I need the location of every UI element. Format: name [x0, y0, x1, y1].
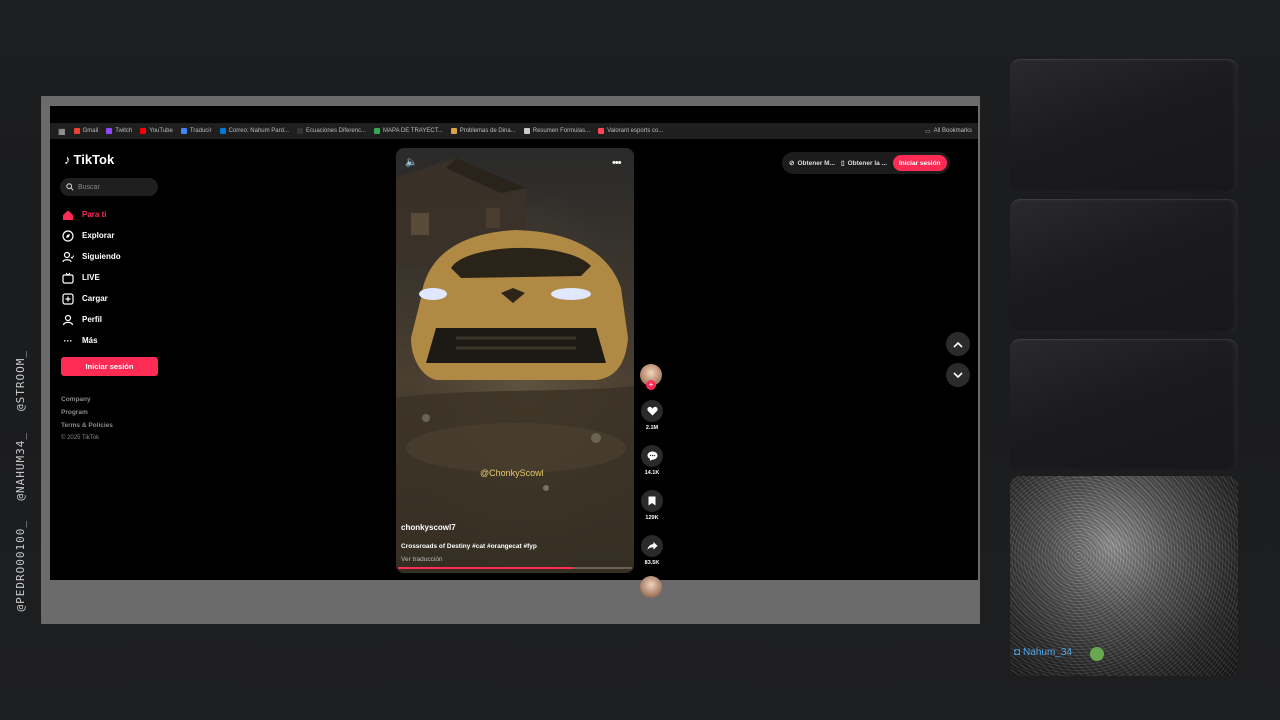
- video-watermark: @ChonkyScowl: [480, 468, 544, 478]
- get-desktop-button[interactable]: ▯ Obtener la ...: [841, 159, 887, 168]
- copyright: © 2025 TikTok: [61, 435, 100, 441]
- more-options-icon[interactable]: •••: [612, 157, 622, 169]
- nav-para-ti[interactable]: Para ti: [62, 204, 121, 225]
- follow-plus-icon[interactable]: +: [646, 380, 656, 390]
- creator-avatar[interactable]: +: [640, 364, 662, 390]
- browser-window: ▦ Gmail Twitch YouTube Traducir Correo: …: [50, 106, 978, 598]
- stream-handle-1: @STROOM_: [14, 350, 27, 411]
- stream-handle-3: @PEDRO00100_: [14, 520, 27, 612]
- bookmark-all[interactable]: ▭ All Bookmarks: [925, 128, 972, 135]
- tiktok-note-icon: ♪: [64, 152, 71, 167]
- login-button-header[interactable]: Iniciar sesión: [892, 155, 947, 171]
- footer-terms[interactable]: Terms & Policies: [61, 422, 113, 435]
- tiktok-logo[interactable]: ♪ TikTok: [64, 152, 114, 167]
- tag-icon: ◘: [1014, 647, 1021, 658]
- bookmark-mapa[interactable]: MAPA DE TRAYECT...: [374, 128, 443, 134]
- webcam-texture: [1010, 476, 1238, 676]
- share-action[interactable]: 83.5K: [640, 535, 664, 566]
- webcam-frame: ◘ Nahum_34: [1010, 476, 1238, 676]
- following-icon: [62, 251, 74, 263]
- save-action[interactable]: 129K: [640, 490, 664, 521]
- video-progress[interactable]: [398, 567, 632, 569]
- share-count: 83.5K: [644, 560, 660, 566]
- video-player[interactable]: 🔈 ••• @ChonkyScowl chonkyscowl7 Crossroa…: [396, 148, 634, 573]
- compass-icon: [62, 229, 74, 242]
- more-icon: ···: [63, 335, 73, 346]
- like-action[interactable]: 2.1M: [640, 400, 664, 431]
- footer-links: Company Program Terms & Policies © 2025 …: [61, 396, 113, 448]
- nav-live[interactable]: LIVE: [62, 267, 121, 288]
- search-input[interactable]: Buscar: [60, 178, 158, 196]
- stream-panel-1: [1010, 59, 1238, 193]
- live-icon: [62, 272, 74, 284]
- video-caption: Crossroads of Destiny #cat #orangecat #f…: [401, 543, 537, 550]
- get-app-button[interactable]: ⊘ Obtener M...: [789, 159, 835, 168]
- bookmark-twitch[interactable]: Twitch: [106, 128, 132, 134]
- bookmark-youtube[interactable]: YouTube: [140, 128, 173, 134]
- nav-siguiendo[interactable]: Siguiendo: [62, 246, 121, 267]
- bookmark-problemas[interactable]: Problemas de Dina...: [450, 128, 516, 134]
- frog-emote-icon: [1090, 647, 1104, 661]
- bookmark-traducir[interactable]: Traducir: [180, 128, 212, 134]
- folder-icon: ▭: [924, 128, 931, 135]
- header-actions: ⊘ Obtener M... ▯ Obtener la ... Iniciar se…: [782, 152, 950, 174]
- search-icon: [66, 183, 74, 191]
- upload-icon: [62, 292, 74, 305]
- nav-explorar[interactable]: Explorar: [62, 225, 121, 246]
- sidebar-nav: Para ti Explorar Siguiendo LIVE Cargar P…: [62, 204, 121, 351]
- video-frame: [396, 158, 634, 573]
- nav-mas[interactable]: ··· Más: [62, 330, 121, 351]
- comment-icon[interactable]: [641, 445, 663, 467]
- video-actions: + 2.1M 14.1K 129K 83.5K: [640, 364, 664, 598]
- bookmarks-bar: ▦ Gmail Twitch YouTube Traducir Correo: …: [50, 123, 978, 139]
- save-count: 129K: [645, 515, 659, 521]
- bookmark-icon[interactable]: [641, 490, 663, 512]
- sound-avatar[interactable]: [640, 576, 662, 598]
- footer-program[interactable]: Program: [61, 409, 113, 422]
- bookmark-resumen[interactable]: Resumen Formulas...: [523, 128, 590, 134]
- previous-video-button[interactable]: [946, 332, 970, 356]
- heart-icon[interactable]: [641, 400, 663, 422]
- stream-panel-3: [1010, 339, 1238, 471]
- volume-icon[interactable]: 🔈: [405, 157, 417, 168]
- video-meta: chonkyscowl7 Crossroads of Destiny #cat …: [401, 523, 537, 563]
- like-count: 2.1M: [645, 425, 659, 431]
- video-progress-fill: [398, 567, 574, 569]
- chevron-up-icon: [953, 341, 963, 348]
- share-icon[interactable]: [641, 535, 663, 557]
- stream-panel-2: [1010, 199, 1238, 333]
- next-video-button[interactable]: [946, 363, 970, 387]
- nav-cargar[interactable]: Cargar: [62, 288, 121, 309]
- bookmark-ecuaciones[interactable]: Ecuaciones Diferenc...: [296, 128, 366, 134]
- footer-company[interactable]: Company: [61, 396, 113, 409]
- login-button-sidebar[interactable]: Iniciar sesión: [61, 357, 158, 376]
- stream-handle-2: @NAHUM34_: [14, 432, 27, 501]
- webcam-name: ◘ Nahum_34: [1014, 647, 1072, 658]
- bookmark-correo[interactable]: Correo: Nahum Pard...: [219, 128, 289, 134]
- apps-icon[interactable]: ▦: [58, 127, 66, 136]
- bookmark-gmail[interactable]: Gmail: [73, 128, 98, 134]
- translate-link[interactable]: Ver traducción: [401, 556, 537, 563]
- coin-icon: ⊘: [789, 160, 795, 167]
- home-icon: [62, 209, 74, 221]
- comment-action[interactable]: 14.1K: [640, 445, 664, 476]
- nav-perfil[interactable]: Perfil: [62, 309, 121, 330]
- video-author[interactable]: chonkyscowl7: [401, 523, 537, 532]
- comment-count: 14.1K: [644, 470, 660, 476]
- bookmark-valorant[interactable]: Valorant esports co...: [598, 128, 663, 134]
- chevron-down-icon: [953, 371, 963, 378]
- phone-icon: ▯: [841, 160, 845, 167]
- profile-icon: [62, 314, 74, 326]
